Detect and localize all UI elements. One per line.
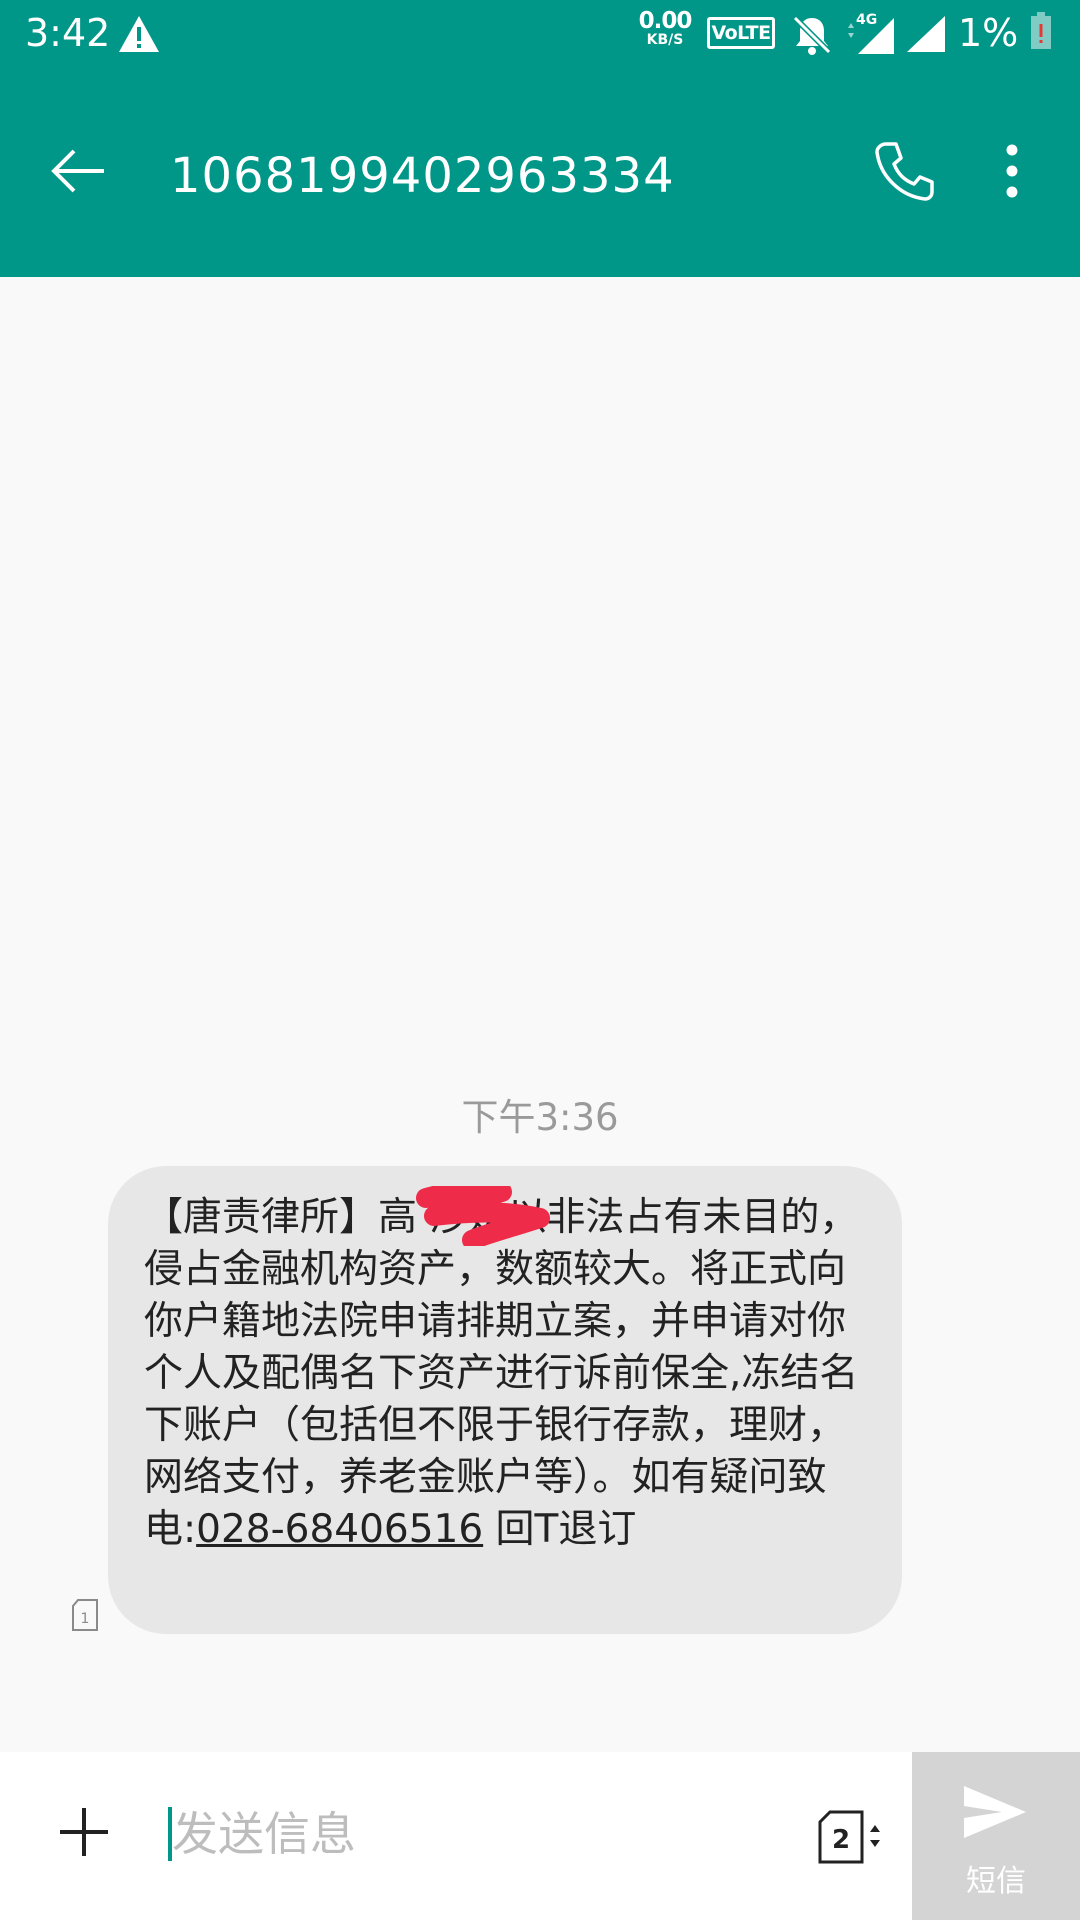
send-button[interactable]: 短信	[912, 1752, 1080, 1920]
volte-icon: VoLTE	[707, 17, 775, 49]
phone-number-link[interactable]: 028-68406516	[196, 1507, 483, 1552]
net-speed-value: 0.00	[638, 8, 693, 34]
message-input[interactable]	[172, 1794, 792, 1874]
conversation-title: 1068199402963334	[170, 148, 675, 204]
battery-low-icon	[1031, 12, 1051, 49]
sim-selected-label: 2	[832, 1825, 850, 1855]
status-time: 3:42	[25, 11, 111, 55]
status-bar: 3:42 0.00 KB/S VoLTE 4G 1%	[0, 0, 1080, 80]
send-label: 短信	[966, 1864, 1026, 1899]
signal-4g-icon: 4G	[848, 12, 894, 54]
redaction-mark	[416, 1186, 550, 1246]
send-icon	[964, 1786, 1026, 1838]
battery-text: 1%	[958, 11, 1019, 55]
phone-icon[interactable]	[872, 138, 938, 204]
composer-bar: 2 短信	[0, 1752, 1080, 1920]
add-icon[interactable]	[56, 1804, 112, 1860]
sim-switch-icon[interactable]: 2	[818, 1810, 882, 1864]
sim-slot-label: 1	[81, 1611, 90, 1627]
message-timestamp: 下午3:36	[461, 1096, 619, 1139]
net-speed: 0.00 KB/S	[638, 8, 693, 48]
bell-off-icon	[792, 15, 832, 55]
back-arrow-icon[interactable]	[48, 140, 110, 202]
signal-icon	[907, 16, 945, 52]
message-text: 【唐责律所】高 涉嫌以非法占有未目的，侵占金融机构资产，数额较大。将正式向你户籍…	[144, 1195, 859, 1552]
warning-icon	[119, 16, 159, 52]
app-bar: 1068199402963334	[0, 80, 1080, 277]
more-vert-icon[interactable]	[992, 138, 1032, 204]
network-type: 4G	[856, 12, 877, 28]
message-unsubscribe: 回T退订	[483, 1507, 637, 1552]
sim-card-icon: 1	[72, 1599, 98, 1631]
net-speed-unit: KB/S	[646, 32, 684, 48]
